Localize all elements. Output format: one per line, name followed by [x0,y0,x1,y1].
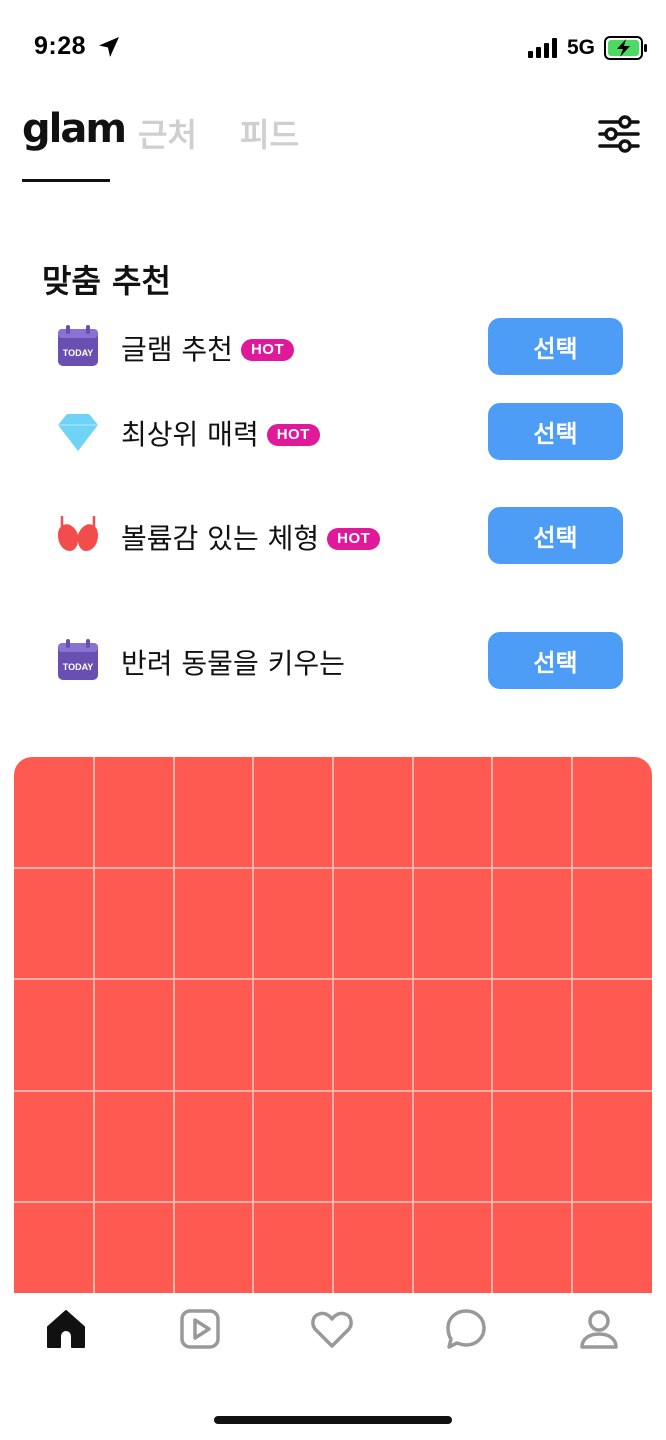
today-calendar-icon: TODAY [58,639,98,680]
network-label: 5G [567,36,596,59]
tab-feed[interactable]: 피드 [240,110,299,156]
calendar-icon-text: TODAY [63,348,94,358]
recommendation-label: 반려 동물을 키우는 [121,642,345,682]
recommendation-label: 최상위 매력 HOT [121,413,320,453]
tab-near[interactable]: 근처 [138,110,197,156]
heart-icon[interactable] [310,1307,354,1351]
home-icon[interactable] [44,1307,88,1351]
home-indicator [214,1416,452,1424]
hot-badge: HOT [266,424,320,446]
diamond-icon [58,414,98,451]
hot-badge: HOT [327,528,381,550]
recommendation-label: 볼륨감 있는 체형 HOT [121,517,381,557]
recommendation-row: 최상위 매력 HOT 선택 [0,403,666,463]
recommendation-row: 볼륨감 있는 체형 HOT 선택 [0,507,666,567]
recommendation-label: 글램 추천 HOT [121,328,295,368]
select-button[interactable]: 선택 [488,403,623,460]
recommendation-row: TODAY 반려 동물을 키우는 선택 [0,632,666,692]
play-icon[interactable] [178,1307,222,1351]
profile-card-placeholder[interactable] [14,757,652,1297]
bottom-nav [0,1293,666,1440]
battery-charging-icon [604,36,647,60]
select-button[interactable]: 선택 [488,318,623,375]
today-calendar-icon: TODAY [58,325,98,366]
recommendation-row: TODAY 글램 추천 HOT 선택 [0,318,666,378]
recommendation-text: 글램 추천 [121,333,233,366]
location-arrow-icon [99,37,119,57]
signal-bars-icon [528,38,557,58]
calendar-icon-text: TODAY [63,662,94,672]
select-button[interactable]: 선택 [488,507,623,564]
recommendation-text: 반려 동물을 키우는 [121,647,345,680]
sliders-icon[interactable] [598,114,640,154]
recommendation-text: 최상위 매력 [121,418,259,451]
active-tab-underline [22,179,110,182]
bra-icon [58,515,98,551]
select-button[interactable]: 선택 [488,632,623,689]
grid-lines [14,757,652,1297]
top-header: glam 근처 피드 [0,96,666,196]
status-time: 9:28 [34,32,87,60]
profile-icon[interactable] [577,1307,621,1351]
hot-badge: HOT [240,339,295,361]
logo-tab-glam[interactable]: glam [22,106,127,152]
section-title: 맞춤 추천 [42,262,171,300]
chat-icon[interactable] [444,1307,488,1351]
status-bar: 9:28 5G [0,0,666,96]
recommendation-text: 볼륨감 있는 체형 [121,522,320,555]
